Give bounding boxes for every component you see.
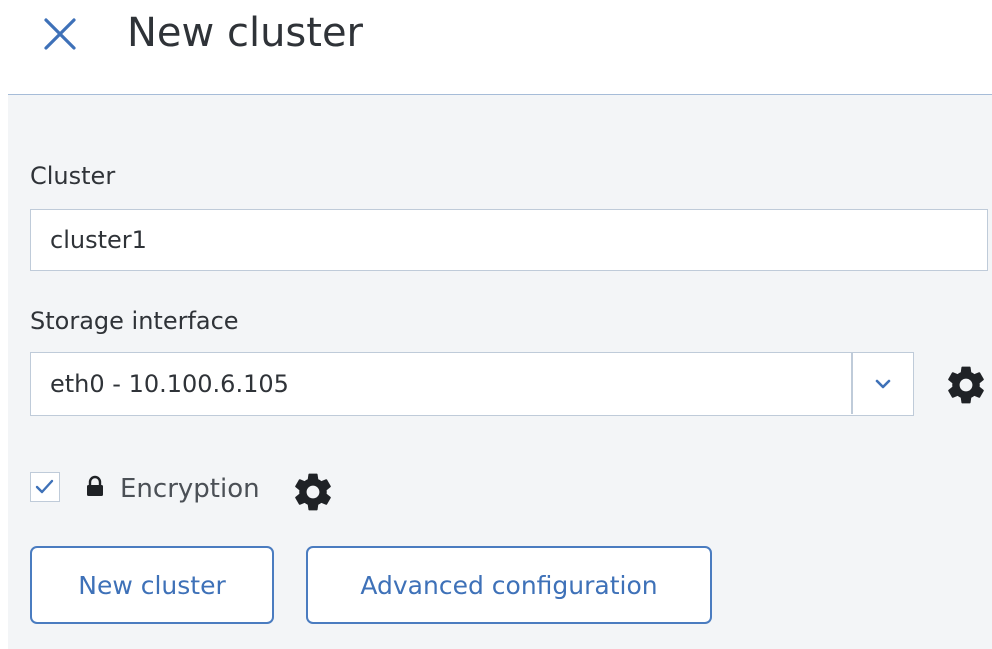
checkmark-icon [35,479,54,494]
lock-icon [87,475,103,496]
close-button[interactable] [40,14,80,54]
cluster-label: Cluster [30,162,116,190]
chevron-down-icon[interactable] [872,373,894,395]
form-panel: Cluster Storage interface eth0 - 10.100.… [8,94,992,649]
select-divider [851,353,853,414]
storage-interface-label: Storage interface [30,307,239,335]
storage-interface-select[interactable]: eth0 - 10.100.6.105 [30,352,914,416]
dialog-header: New cluster [0,0,992,95]
encryption-checkbox[interactable] [30,472,60,502]
gear-icon[interactable] [291,470,335,514]
page-title: New cluster [127,10,363,56]
new-cluster-button[interactable]: New cluster [30,546,274,624]
advanced-configuration-button[interactable]: Advanced configuration [306,546,712,624]
close-icon[interactable] [40,14,80,54]
gear-icon[interactable] [944,363,988,407]
cluster-name-input[interactable] [30,209,988,271]
encryption-label: Encryption [120,474,260,504]
storage-interface-value: eth0 - 10.100.6.105 [50,370,289,398]
